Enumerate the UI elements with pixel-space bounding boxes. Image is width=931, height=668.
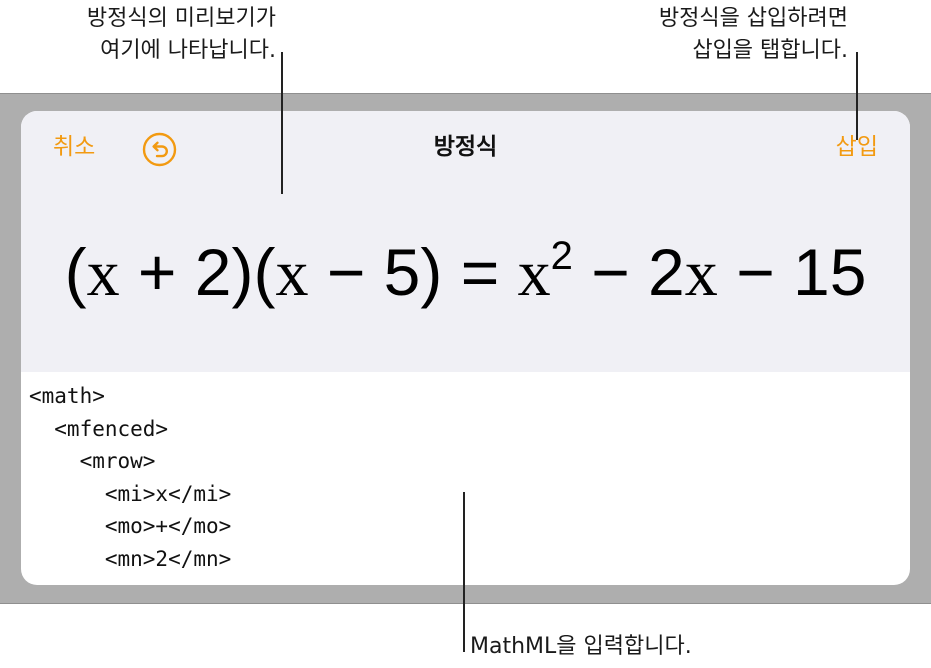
equation-part: − 5) =	[308, 235, 518, 309]
cancel-button[interactable]: 취소	[53, 131, 95, 163]
equation-sheet: 방정식 취소 삽입 (x + 2)(x − 5) = x2 − 2x − 15 …	[21, 111, 910, 585]
callout-mathml-caption: MathML을 입력합니다.	[470, 634, 692, 659]
mathml-editor[interactable]: <math> <mfenced> <mrow> <mi>x</mi> <mo>+…	[29, 380, 231, 575]
code-line: <mi>x</mi>	[29, 481, 232, 506]
code-line: <mn>2</mn>	[29, 546, 232, 571]
code-line: <mrow>	[29, 449, 156, 473]
undo-icon	[142, 132, 177, 167]
equation-part: − 15	[717, 235, 867, 309]
callout-insert-caption: 방정식을 삽입하려면 삽입을 탭합니다.	[659, 3, 848, 67]
equation-variable: x	[86, 237, 120, 310]
callout-mathml-leader-line	[463, 492, 465, 652]
equation-part: − 2	[572, 235, 685, 309]
code-line: <math>	[29, 384, 105, 408]
callout-insert-line-2: 삽입을 탭합니다.	[692, 38, 848, 63]
callout-insert-leader-line	[856, 52, 858, 140]
equation-preview: (x + 2)(x − 5) = x2 − 2x − 15	[21, 224, 910, 322]
equation-variable: x	[684, 237, 718, 310]
callout-preview-line-1: 방정식의 미리보기가	[86, 6, 276, 31]
undo-button[interactable]	[142, 132, 177, 167]
equation-part: (	[64, 235, 87, 309]
callout-preview-caption: 방정식의 미리보기가 여기에 나타납니다.	[87, 3, 276, 67]
equation-part: + 2)(	[119, 235, 276, 309]
equation-exponent: 2	[550, 234, 573, 278]
callout-preview-leader-line	[281, 52, 283, 194]
equation-variable: x	[517, 237, 551, 310]
code-line: <mfenced>	[29, 416, 169, 441]
callout-preview-line-2: 여기에 나타납니다.	[100, 38, 276, 63]
callout-insert-line-1: 방정식을 삽입하려면	[658, 6, 848, 31]
code-line: <mo>+</mo>	[29, 514, 232, 538]
equation-variable: x	[275, 237, 309, 310]
